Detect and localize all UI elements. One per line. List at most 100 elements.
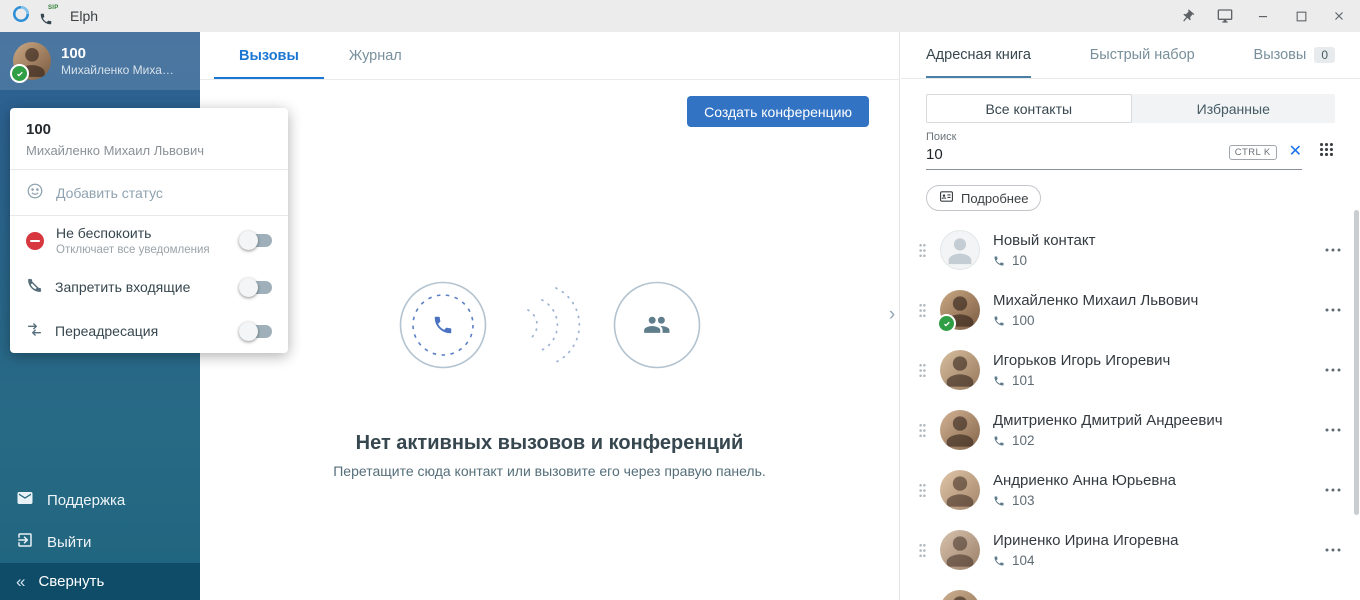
sidebar-user-block[interactable]: 100 Михайленко Михаил Львович: [0, 32, 200, 90]
tab-journal[interactable]: Журнал: [324, 32, 427, 79]
user-status-popup: 100 Михайленко Михаил Львович Добавить с…: [10, 108, 288, 353]
collapse-label: Свернуть: [38, 573, 104, 590]
contact-row[interactable]: Михайленко Михаил Львович 100: [901, 280, 1360, 340]
contact-name: Михайленко Михаил Львович: [993, 292, 1311, 309]
more-icon[interactable]: [1324, 361, 1342, 379]
more-icon[interactable]: [1324, 541, 1342, 559]
app-window: SIP Elph: [0, 0, 1360, 600]
tab-label: Адресная книга: [926, 47, 1031, 63]
search-input[interactable]: Поиск 10 CTRL K ✕: [926, 131, 1302, 170]
dnd-subtitle: Отключает все уведомления: [56, 244, 229, 256]
screen-icon[interactable]: [1216, 7, 1234, 25]
tab-speed-dial[interactable]: Быстрый набор: [1090, 32, 1195, 78]
dialpad-icon[interactable]: [1318, 141, 1335, 163]
contact-row[interactable]: Игорьков Игорь Игоревич 101: [901, 340, 1360, 400]
user-extension: 100: [61, 45, 179, 63]
contact-row[interactable]: Ириненко Ирина Игоревна 104: [901, 520, 1360, 580]
right-panel-tabs: Адресная книга Быстрый набор Вызовы 0: [901, 32, 1360, 79]
search-row: Поиск 10 CTRL K ✕: [926, 131, 1335, 170]
contacts-filter: Все контакты Избранные: [926, 94, 1335, 123]
more-icon[interactable]: [1324, 421, 1342, 439]
drag-handle-icon[interactable]: [918, 242, 927, 259]
sip-label: SIP: [48, 5, 59, 11]
phone-icon: [993, 255, 1005, 267]
contact-number: 104: [1012, 553, 1035, 568]
contact-name: Новый контакт: [993, 232, 1311, 249]
more-icon[interactable]: [1324, 481, 1342, 499]
dnd-toggle[interactable]: [241, 234, 272, 247]
online-status-icon: [937, 314, 956, 333]
clear-search-icon[interactable]: ✕: [1289, 144, 1302, 160]
contact-row[interactable]: Дмитриенко Дмитрий Андреевич 102: [901, 400, 1360, 460]
drag-handle-icon[interactable]: [918, 482, 927, 499]
sidebar-collapse-button[interactable]: « Свернуть: [0, 563, 200, 600]
avatar: [940, 350, 980, 390]
phone-icon: [993, 435, 1005, 447]
smiley-icon: [26, 182, 44, 203]
calls-count-badge: 0: [1314, 47, 1335, 63]
close-icon[interactable]: [1330, 7, 1348, 25]
avatar: [940, 290, 980, 330]
block-incoming-toggle[interactable]: [241, 281, 272, 294]
sip-phone-icon: SIP: [39, 6, 61, 26]
right-panel: Адресная книга Быстрый набор Вызовы 0 Вс…: [901, 32, 1360, 600]
shortcut-badge: CTRL K: [1229, 145, 1277, 160]
drag-handle-icon[interactable]: [918, 362, 927, 379]
contact-row[interactable]: Андриенко Анна Юрьевна 103: [901, 460, 1360, 520]
filter-all-contacts[interactable]: Все контакты: [926, 94, 1132, 123]
forwarding-label: Переадресация: [55, 323, 158, 339]
contact-row[interactable]: Новый контакт 10: [901, 220, 1360, 280]
contact-row[interactable]: Петренко Пётр Петрович: [901, 580, 1360, 600]
add-status-item[interactable]: Добавить статус: [10, 170, 288, 215]
drag-handle-icon[interactable]: [918, 422, 927, 439]
collapse-chevrons-icon: «: [16, 573, 25, 590]
titlebar: SIP Elph: [0, 0, 1360, 32]
main-area: Вызовы Журнал Создать конференцию: [200, 32, 900, 600]
window-controls: [1178, 7, 1348, 25]
app-title: Elph: [70, 8, 98, 24]
sidebar-item-logout[interactable]: Выйти: [0, 521, 200, 563]
create-conference-button[interactable]: Создать конференцию: [687, 96, 869, 127]
contact-name: Ириненко Ирина Игоревна: [993, 532, 1311, 549]
user-avatar: [13, 42, 51, 80]
tab-calls-right[interactable]: Вызовы 0: [1254, 32, 1335, 78]
avatar: [940, 230, 980, 270]
tab-label: Быстрый набор: [1090, 47, 1195, 63]
contacts-list: Новый контакт 10 Михайленко Михаил Львов…: [901, 220, 1360, 600]
more-icon[interactable]: [1324, 301, 1342, 319]
filter-favorites[interactable]: Избранные: [1132, 94, 1336, 123]
phone-icon: [993, 495, 1005, 507]
tab-calls[interactable]: Вызовы: [214, 32, 324, 79]
phone-icon: [993, 375, 1005, 387]
panel-collapse-handle[interactable]: ›: [885, 302, 899, 328]
conference-circle-icon: [612, 280, 702, 375]
more-icon[interactable]: [1324, 241, 1342, 259]
drag-handle-icon[interactable]: [918, 302, 927, 319]
block-incoming-label: Запретить входящие: [55, 279, 190, 295]
scrollbar[interactable]: [1354, 210, 1359, 515]
avatar: [940, 590, 980, 600]
sidebar-item-label: Поддержка: [47, 492, 125, 509]
drag-handle-icon[interactable]: [918, 542, 927, 559]
tab-address-book[interactable]: Адресная книга: [926, 32, 1031, 78]
phone-icon: [993, 555, 1005, 567]
search-label: Поиск: [926, 131, 1302, 143]
maximize-icon[interactable]: [1292, 7, 1310, 25]
pin-icon[interactable]: [1178, 7, 1196, 25]
minimize-icon[interactable]: [1254, 7, 1272, 25]
online-status-icon: [10, 64, 29, 83]
forwarding-row: Переадресация: [10, 309, 288, 353]
sidebar-item-support[interactable]: Поддержка: [0, 479, 200, 521]
forwarding-toggle[interactable]: [241, 325, 272, 338]
ripple-waves-icon: [518, 263, 582, 392]
block-incoming-row: Запретить входящие: [10, 265, 288, 309]
avatar: [940, 470, 980, 510]
details-button[interactable]: Подробнее: [926, 185, 1041, 211]
empty-state-visual: [200, 282, 899, 372]
dnd-minus-icon: [26, 232, 44, 250]
contact-name: Игорьков Игорь Игоревич: [993, 352, 1311, 369]
titlebar-left: SIP Elph: [12, 5, 98, 28]
details-card-icon: [939, 189, 954, 207]
sidebar-bottom: Поддержка Выйти: [0, 479, 200, 563]
add-status-label: Добавить статус: [56, 185, 163, 201]
